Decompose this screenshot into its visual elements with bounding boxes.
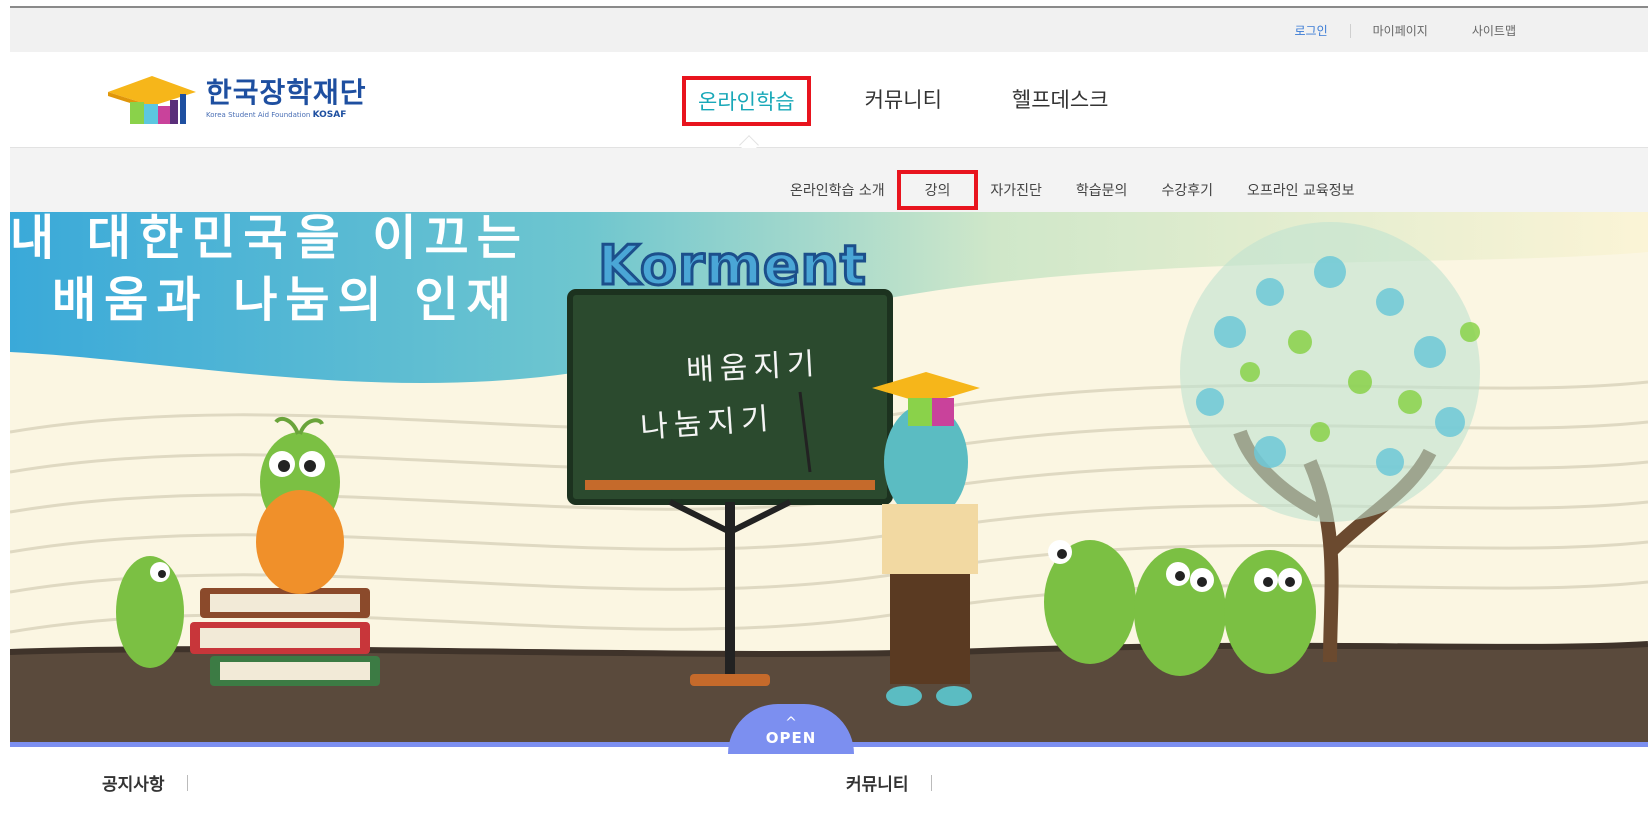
- nav-online-learning[interactable]: 온라인학습: [682, 76, 811, 126]
- main-banner[interactable]: 내 대한민국을 이끄는 배움과 나눔의 인재 Korment 배움지기 나눔지기: [10, 212, 1648, 746]
- community-section-title[interactable]: 커뮤니티: [846, 770, 932, 795]
- korment-brand-logo: Korment: [597, 233, 868, 299]
- sitemap-link[interactable]: 사이트맵: [1450, 22, 1538, 39]
- page-frame: 로그인 마이페이지 사이트맵 한국장학재단 Korea Student Aid …: [10, 6, 1648, 826]
- subnav-review[interactable]: 수강후기: [1161, 176, 1213, 204]
- mypage-link[interactable]: 마이페이지: [1351, 22, 1450, 39]
- notice-title-text: 공지사항: [102, 775, 165, 795]
- subnav-intro[interactable]: 온라인학습 소개: [790, 176, 885, 204]
- chalkboard-text-1: 배움지기: [685, 346, 822, 389]
- sub-nav-items: 온라인학습 소개 강의 자가진단 학습문의 수강후기 오프라인 교육정보: [790, 170, 1388, 210]
- logo-subtitle-text: Korea Student Aid Foundation: [206, 111, 311, 119]
- sub-nav: 온라인학습 소개 강의 자가진단 학습문의 수강후기 오프라인 교육정보: [10, 148, 1648, 212]
- login-link[interactable]: 로그인: [1273, 22, 1350, 39]
- community-title-text: 커뮤니티: [846, 775, 909, 795]
- nav-community[interactable]: 커뮤니티: [849, 76, 958, 126]
- logo-title: 한국장학재단: [206, 76, 367, 109]
- subnav-self-diagnosis[interactable]: 자가진단: [990, 176, 1042, 204]
- utility-bar: 로그인 마이페이지 사이트맵: [10, 8, 1648, 52]
- site-logo[interactable]: 한국장학재단 Korea Student Aid Foundation KOSA…: [106, 70, 396, 128]
- logo-text: 한국장학재단 Korea Student Aid Foundation KOSA…: [206, 76, 367, 121]
- graduation-cap-logo-icon: [108, 76, 196, 124]
- subnav-offline-info[interactable]: 오프라인 교육정보: [1247, 176, 1355, 204]
- notice-section-title[interactable]: 공지사항: [102, 770, 188, 795]
- community-title-divider: [930, 774, 932, 791]
- subnav-inquiry[interactable]: 학습문의: [1076, 176, 1128, 204]
- banner-headline-2: 배움과 나눔의 인재: [52, 272, 519, 328]
- notice-title-divider: [186, 774, 188, 791]
- header: 한국장학재단 Korea Student Aid Foundation KOSA…: [10, 52, 1648, 155]
- open-label: OPEN: [765, 729, 817, 747]
- main-nav: 온라인학습 커뮤니티 헬프데스크: [682, 76, 1163, 126]
- nav-helpdesk[interactable]: 헬프데스크: [996, 76, 1125, 126]
- logo-subtitle: Korea Student Aid Foundation KOSAF: [206, 110, 367, 120]
- subnav-lecture[interactable]: 강의: [896, 170, 979, 210]
- utility-links: 로그인 마이페이지 사이트맵: [1273, 22, 1539, 39]
- chevron-up-icon: ^: [785, 715, 797, 731]
- logo-acronym: KOSAF: [312, 110, 347, 120]
- chalkboard-text-2: 나눔지기: [639, 401, 776, 446]
